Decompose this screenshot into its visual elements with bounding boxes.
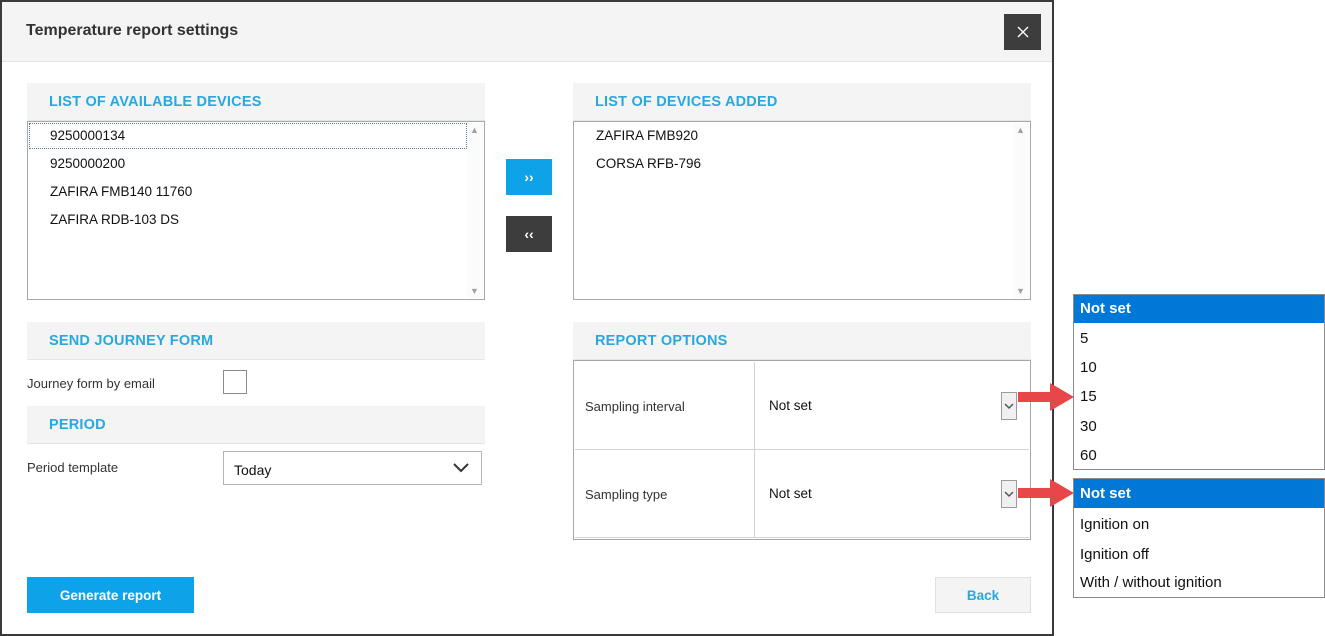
add-device-button[interactable]: ›› — [506, 159, 552, 195]
dropdown-option[interactable]: With / without ignition — [1074, 569, 1324, 597]
journey-form-header: SEND JOURNEY FORM — [27, 322, 485, 360]
available-devices-list[interactable]: 9250000134 9250000200 ZAFIRA FMB140 1176… — [27, 121, 485, 300]
sampling-type-value[interactable]: Not set — [769, 486, 812, 501]
list-item[interactable]: 9250000134 — [50, 128, 125, 143]
added-devices-list[interactable]: ZAFIRA FMB920 CORSA RFB-796 ▲ ▼ — [573, 121, 1031, 300]
chevron-down-icon — [1004, 402, 1014, 409]
report-options-title: REPORT OPTIONS — [595, 333, 728, 349]
list-item[interactable]: ZAFIRA FMB140 11760 — [50, 184, 192, 199]
journey-form-checkbox[interactable] — [223, 370, 247, 394]
close-button[interactable] — [1004, 14, 1041, 50]
dropdown-option-selected[interactable]: Not set — [1074, 479, 1324, 508]
list-item[interactable]: ZAFIRA RDB-103 DS — [50, 212, 179, 227]
dropdown-option[interactable]: 5 — [1074, 325, 1324, 353]
dropdown-option[interactable]: 60 — [1074, 442, 1324, 470]
chevron-down-icon — [1004, 490, 1014, 497]
callout-arrow-icon — [1018, 383, 1074, 411]
dropdown-option-selected[interactable]: Not set — [1074, 295, 1324, 323]
report-options-header: REPORT OPTIONS — [573, 322, 1031, 360]
scroll-down-icon[interactable]: ▼ — [1016, 286, 1025, 296]
generate-report-button[interactable]: Generate report — [27, 577, 194, 613]
period-template-label: Period template — [27, 460, 119, 475]
sampling-interval-value[interactable]: Not set — [769, 398, 812, 413]
list-item[interactable]: CORSA RFB-796 — [596, 156, 701, 171]
available-devices-title: LIST OF AVAILABLE DEVICES — [49, 94, 262, 110]
dropdown-option[interactable]: 30 — [1074, 413, 1324, 441]
row-divider — [575, 537, 1029, 538]
dropdown-option[interactable]: Ignition off — [1074, 541, 1324, 569]
available-devices-header: LIST OF AVAILABLE DEVICES — [27, 83, 485, 121]
scroll-up-icon[interactable]: ▲ — [1016, 125, 1025, 135]
chevron-down-icon — [453, 463, 469, 473]
list-item[interactable]: ZAFIRA FMB920 — [596, 128, 698, 143]
dialog-header: Temperature report settings — [2, 2, 1052, 62]
dropdown-option[interactable]: 10 — [1074, 354, 1324, 382]
scrollbar[interactable]: ▲ ▼ — [1013, 123, 1029, 298]
column-divider — [754, 362, 755, 538]
added-devices-header: LIST OF DEVICES ADDED — [573, 83, 1031, 121]
period-template-select[interactable]: Today — [223, 451, 482, 485]
journey-form-title: SEND JOURNEY FORM — [49, 333, 214, 349]
journey-form-label: Journey form by email — [27, 376, 155, 391]
list-item[interactable]: 9250000200 — [50, 156, 125, 171]
temperature-report-dialog: Temperature report settings LIST OF AVAI… — [0, 0, 1054, 636]
sampling-type-label: Sampling type — [585, 487, 668, 502]
dialog-title: Temperature report settings — [26, 22, 239, 39]
period-template-value: Today — [234, 462, 272, 478]
sampling-type-dropdown[interactable] — [1001, 480, 1017, 508]
dropdown-option[interactable]: 15 — [1074, 383, 1324, 411]
sampling-interval-dropdown[interactable] — [1001, 392, 1017, 420]
period-header: PERIOD — [27, 406, 485, 444]
sampling-interval-options: Not set 5 10 15 30 60 — [1073, 294, 1325, 470]
report-options-table: Sampling interval Not set Sampling type … — [573, 360, 1031, 540]
callout-arrow-icon — [1018, 479, 1074, 507]
remove-device-button[interactable]: ‹‹ — [506, 216, 552, 252]
row-divider — [575, 449, 1029, 450]
dropdown-option[interactable]: Ignition on — [1074, 511, 1324, 539]
scroll-up-icon[interactable]: ▲ — [470, 125, 479, 135]
sampling-interval-label: Sampling interval — [585, 399, 685, 414]
close-icon — [1017, 26, 1028, 38]
added-devices-title: LIST OF DEVICES ADDED — [595, 94, 778, 110]
scroll-down-icon[interactable]: ▼ — [470, 286, 479, 296]
period-title: PERIOD — [49, 417, 106, 433]
sampling-type-options: Not set Ignition on Ignition off With / … — [1073, 478, 1325, 598]
back-button[interactable]: Back — [935, 577, 1031, 613]
scrollbar[interactable]: ▲ ▼ — [467, 123, 483, 298]
